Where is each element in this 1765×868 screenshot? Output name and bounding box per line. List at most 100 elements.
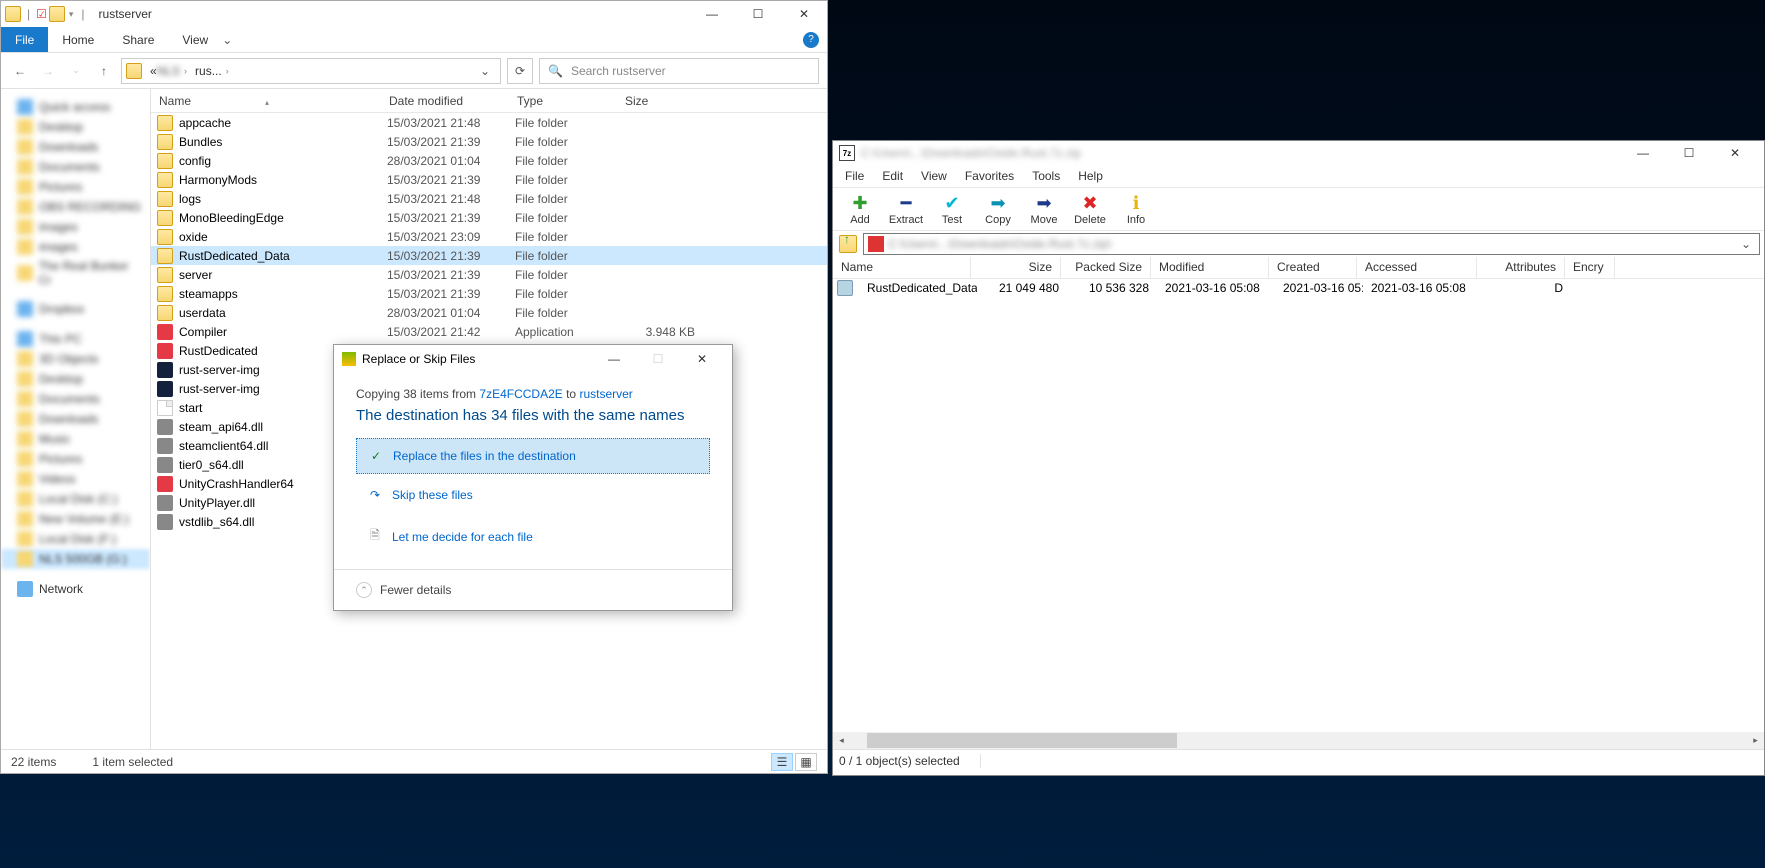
szcol-created[interactable]: Created xyxy=(1269,257,1357,278)
sz-address-input[interactable]: C:\Users\...\Downloads\Oxide.Rust.7z.zip… xyxy=(863,233,1760,255)
file-row[interactable]: config28/03/2021 01:04File folder xyxy=(151,151,827,170)
szcol-packed[interactable]: Packed Size xyxy=(1061,257,1151,278)
view-details-button[interactable]: ☰ xyxy=(771,753,793,771)
sidebar-item[interactable]: Desktop xyxy=(1,117,150,137)
file-row[interactable]: logs15/03/2021 21:48File folder xyxy=(151,189,827,208)
nav-forward-button[interactable]: → xyxy=(37,60,59,82)
refresh-button[interactable]: ⟳ xyxy=(507,58,533,84)
file-row[interactable]: RustDedicated_Data15/03/2021 21:39File f… xyxy=(151,246,827,265)
sidebar-item[interactable]: images xyxy=(1,217,150,237)
search-input[interactable]: 🔍 Search rustserver xyxy=(539,58,819,84)
sz-maximize-button[interactable]: ☐ xyxy=(1666,140,1712,166)
tool-move[interactable]: ➡Move xyxy=(1021,192,1067,226)
szcol-attributes[interactable]: Attributes xyxy=(1477,257,1565,278)
sidebar-item[interactable]: Desktop xyxy=(1,369,150,389)
sidebar-item[interactable]: Documents xyxy=(1,157,150,177)
sidebar-dropbox[interactable]: Dropbox xyxy=(1,299,150,319)
nav-back-button[interactable]: ← xyxy=(9,60,31,82)
file-row[interactable]: Bundles15/03/2021 21:39File folder xyxy=(151,132,827,151)
sz-close-button[interactable]: ✕ xyxy=(1712,140,1758,166)
menu-help[interactable]: Help xyxy=(1070,167,1111,185)
scroll-thumb[interactable] xyxy=(867,733,1177,748)
address-dropdown-icon[interactable]: ⌄ xyxy=(474,64,496,78)
dialog-close-button[interactable]: ✕ xyxy=(680,345,724,373)
file-row[interactable]: userdata28/03/2021 01:04File folder xyxy=(151,303,827,322)
szcol-name[interactable]: Name xyxy=(833,257,971,278)
sidebar-item[interactable]: 3D Objects xyxy=(1,349,150,369)
close-button[interactable]: ✕ xyxy=(781,1,827,27)
sidebar-item[interactable]: New Volume (E:) xyxy=(1,509,150,529)
nav-up-button[interactable]: ↑ xyxy=(93,60,115,82)
col-type[interactable]: Type xyxy=(509,94,617,108)
sz-file-row[interactable]: RustDedicated_Data21 049 48010 536 32820… xyxy=(833,279,1764,297)
fewer-details-link[interactable]: Fewer details xyxy=(380,583,451,597)
titlebar[interactable]: | ☑ ▾ | rustserver — ☐ ✕ xyxy=(1,1,827,27)
tool-extract[interactable]: ━Extract xyxy=(883,192,929,226)
file-row[interactable]: MonoBleedingEdge15/03/2021 21:39File fol… xyxy=(151,208,827,227)
menu-edit[interactable]: Edit xyxy=(874,167,911,185)
menu-file[interactable]: File xyxy=(837,167,872,185)
sidebar-item[interactable]: Pictures xyxy=(1,449,150,469)
sidebar-item[interactable]: NLS 500GB (G:) xyxy=(1,549,150,569)
szcol-encrypted[interactable]: Encry xyxy=(1565,257,1615,278)
sidebar-item[interactable]: Videos xyxy=(1,469,150,489)
sz-address-dropdown-icon[interactable]: ⌄ xyxy=(1737,237,1755,251)
sz-titlebar[interactable]: 7z C:\Users\...\Downloads\Oxide.Rust.7z.… xyxy=(833,141,1764,165)
tab-view[interactable]: View xyxy=(168,27,222,52)
tool-delete[interactable]: ✖Delete xyxy=(1067,192,1113,226)
tool-copy[interactable]: ➡Copy xyxy=(975,192,1021,226)
action-skip[interactable]: ↷ Skip these files xyxy=(356,478,710,512)
sidebar-item[interactable]: OBS RECORDING xyxy=(1,197,150,217)
szcol-accessed[interactable]: Accessed xyxy=(1357,257,1477,278)
sidebar-item[interactable]: Pictures xyxy=(1,177,150,197)
sidebar-item[interactable]: Music xyxy=(1,429,150,449)
menu-favorites[interactable]: Favorites xyxy=(957,167,1022,185)
sidebar-network[interactable]: Network xyxy=(1,579,150,599)
nav-pane[interactable]: Quick access DesktopDownloadsDocumentsPi… xyxy=(1,89,151,749)
sidebar-quick-access[interactable]: Quick access xyxy=(1,97,150,117)
sidebar-thispc[interactable]: This PC xyxy=(1,329,150,349)
tab-share[interactable]: Share xyxy=(108,27,168,52)
file-row[interactable]: appcache15/03/2021 21:48File folder xyxy=(151,113,827,132)
file-row[interactable]: steamapps15/03/2021 21:39File folder xyxy=(151,284,827,303)
file-row[interactable]: oxide15/03/2021 23:09File folder xyxy=(151,227,827,246)
nav-history-icon[interactable]: ⌄ xyxy=(65,60,87,82)
action-decide[interactable]: 🗎 Let me decide for each file xyxy=(356,516,710,557)
sidebar-item[interactable]: The Real Bunker Cr xyxy=(1,257,150,289)
file-row[interactable]: server15/03/2021 21:39File folder xyxy=(151,265,827,284)
dest-link[interactable]: rustserver xyxy=(579,387,632,401)
col-name[interactable]: Name▴ xyxy=(151,94,381,108)
ribbon-expand-icon[interactable]: ⌄ xyxy=(222,33,232,47)
tab-home[interactable]: Home xyxy=(48,27,108,52)
sidebar-item[interactable]: Downloads xyxy=(1,409,150,429)
sz-hscrollbar[interactable]: ◂ ▸ xyxy=(833,732,1764,749)
tab-file[interactable]: File xyxy=(1,27,48,52)
menu-view[interactable]: View xyxy=(913,167,955,185)
scroll-right-icon[interactable]: ▸ xyxy=(1747,732,1764,749)
menu-tools[interactable]: Tools xyxy=(1024,167,1068,185)
chevron-up-icon[interactable]: ⌃ xyxy=(356,582,372,598)
address-bar[interactable]: «NLS› rus...› ⌄ xyxy=(121,58,501,84)
dialog-minimize-button[interactable]: — xyxy=(592,345,636,373)
maximize-button[interactable]: ☐ xyxy=(735,1,781,27)
crumb-last[interactable]: rus...› xyxy=(191,64,233,78)
sidebar-item[interactable]: images xyxy=(1,237,150,257)
sidebar-item[interactable]: Local Disk (C:) xyxy=(1,489,150,509)
qat-dropdown-icon[interactable]: ▾ xyxy=(67,9,76,20)
col-size[interactable]: Size xyxy=(617,94,697,108)
source-link[interactable]: 7zE4FCCDA2E xyxy=(479,387,562,401)
szcol-size[interactable]: Size xyxy=(971,257,1061,278)
minimize-button[interactable]: — xyxy=(689,1,735,27)
scroll-left-icon[interactable]: ◂ xyxy=(833,732,850,749)
tool-add[interactable]: ✚Add xyxy=(837,192,883,226)
sz-minimize-button[interactable]: — xyxy=(1620,140,1666,166)
sz-up-button[interactable]: ↑ xyxy=(837,233,859,255)
file-row[interactable]: HarmonyMods15/03/2021 21:39File folder xyxy=(151,170,827,189)
tool-test[interactable]: ✔Test xyxy=(929,192,975,226)
sidebar-item[interactable]: Local Disk (F:) xyxy=(1,529,150,549)
col-date[interactable]: Date modified xyxy=(381,94,509,108)
szcol-modified[interactable]: Modified xyxy=(1151,257,1269,278)
file-row[interactable]: Compiler15/03/2021 21:42Application3.948… xyxy=(151,322,827,341)
action-replace[interactable]: ✓ Replace the files in the destination xyxy=(356,438,710,474)
qat-save-icon[interactable]: ☑ xyxy=(36,7,47,21)
